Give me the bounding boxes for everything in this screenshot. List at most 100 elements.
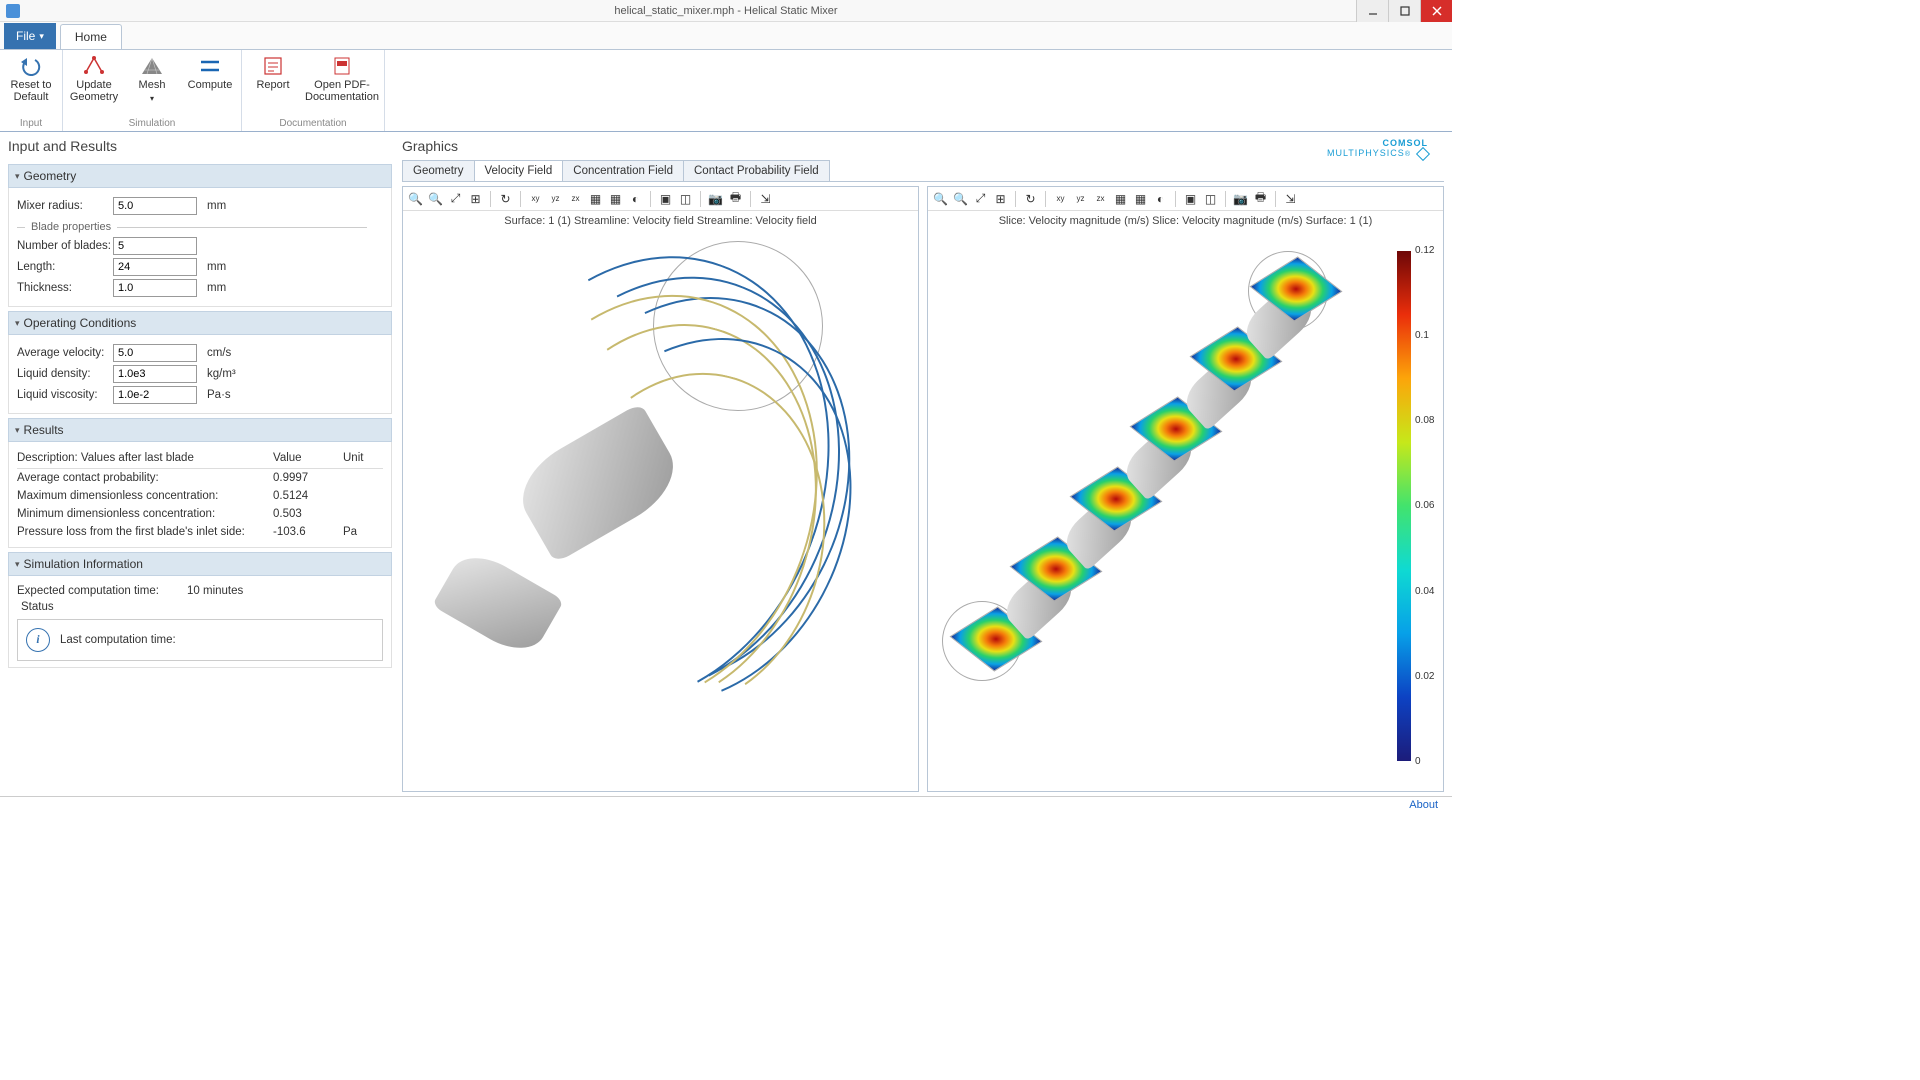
axes-icon[interactable]: ▦ bbox=[607, 190, 624, 207]
zoom-box-icon[interactable]: ⊞ bbox=[467, 190, 484, 207]
zoom-in-icon[interactable]: 🔍 bbox=[932, 190, 949, 207]
reset-label: Reset to Default bbox=[11, 79, 52, 103]
r3-val: 0.503 bbox=[273, 508, 343, 520]
file-menu[interactable]: File bbox=[4, 23, 56, 49]
r1-label: Average contact probability: bbox=[17, 472, 273, 484]
yz-view-icon[interactable]: yz bbox=[1072, 190, 1089, 207]
length-input[interactable] bbox=[113, 258, 197, 276]
xy-view-icon[interactable]: xy bbox=[527, 190, 544, 207]
zoom-extents-icon[interactable]: ⤢ bbox=[972, 190, 989, 207]
ctick: 0.12 bbox=[1415, 245, 1443, 256]
length-unit: mm bbox=[207, 261, 226, 273]
blade-properties-sub: Blade properties bbox=[17, 221, 383, 233]
zx-view-icon[interactable]: zx bbox=[1092, 190, 1109, 207]
group-input-label: Input bbox=[4, 118, 58, 131]
section-results-head[interactable]: Results bbox=[8, 418, 392, 442]
gtab-geometry[interactable]: Geometry bbox=[402, 160, 475, 181]
status-box: i Last computation time: bbox=[17, 619, 383, 661]
nblades-input[interactable] bbox=[113, 237, 197, 255]
xy-view-icon[interactable]: xy bbox=[1052, 190, 1069, 207]
menubar: File Home bbox=[0, 22, 1452, 50]
results-unit-col: Unit bbox=[343, 452, 383, 464]
gtab-geom-label: Geometry bbox=[413, 165, 464, 177]
mesh-button[interactable]: Mesh ▾ bbox=[125, 53, 179, 118]
axes-icon[interactable]: ▦ bbox=[1132, 190, 1149, 207]
ctick: 0.06 bbox=[1415, 500, 1443, 511]
snapshot-icon[interactable]: 📷 bbox=[1232, 190, 1249, 207]
zoom-out-icon[interactable]: 🔍 bbox=[427, 190, 444, 207]
mesh-label: Mesh bbox=[139, 79, 166, 91]
gtab-prob-label: Contact Probability Field bbox=[694, 165, 819, 177]
graphics-canvas-2[interactable]: 0.12 0.1 0.08 0.06 0.04 0.02 0 bbox=[928, 231, 1443, 791]
graphics-pane-1[interactable]: 🔍 🔍 ⤢ ⊞ ↻ xy yz zx ▦ ▦ ◐ ▣ ◫ bbox=[402, 186, 919, 792]
r4-unit: Pa bbox=[343, 526, 383, 538]
info-icon: i bbox=[26, 628, 50, 652]
print-icon[interactable]: 🖶 bbox=[1252, 190, 1269, 207]
mixer-radius-input[interactable] bbox=[113, 197, 197, 215]
compute-icon bbox=[197, 55, 223, 77]
zoom-box-icon[interactable]: ⊞ bbox=[992, 190, 1009, 207]
rotate-icon[interactable]: ↻ bbox=[1022, 190, 1039, 207]
yz-view-icon[interactable]: yz bbox=[547, 190, 564, 207]
gtab-velocity[interactable]: Velocity Field bbox=[474, 160, 564, 181]
maximize-button[interactable] bbox=[1388, 0, 1420, 22]
avel-unit: cm/s bbox=[207, 347, 231, 359]
update-label: Update Geometry bbox=[70, 79, 118, 103]
r2-val: 0.5124 bbox=[273, 490, 343, 502]
section-siminfo-head[interactable]: Simulation Information bbox=[8, 552, 392, 576]
graphics-label-2: Slice: Velocity magnitude (m/s) Slice: V… bbox=[928, 211, 1443, 231]
clip-icon[interactable]: ◫ bbox=[1202, 190, 1219, 207]
density-unit: kg/m³ bbox=[207, 368, 236, 380]
gtoolbar-2: 🔍 🔍 ⤢ ⊞ ↻ xy yz zx ▦ ▦ ◐ ▣ ◫ bbox=[928, 187, 1443, 211]
viscosity-unit: Pa·s bbox=[207, 389, 231, 401]
scene-light-icon[interactable]: ◐ bbox=[1152, 190, 1169, 207]
r4-label: Pressure loss from the first blade's inl… bbox=[17, 526, 273, 538]
r4-val: -103.6 bbox=[273, 526, 343, 538]
graphics-canvas-1[interactable] bbox=[403, 231, 918, 791]
report-label: Report bbox=[256, 79, 289, 91]
gtab-probability[interactable]: Contact Probability Field bbox=[683, 160, 830, 181]
reset-icon bbox=[18, 55, 44, 77]
about-link[interactable]: About bbox=[1409, 799, 1438, 814]
select-icon[interactable]: ▣ bbox=[1182, 190, 1199, 207]
section-opcond-head[interactable]: Operating Conditions bbox=[8, 311, 392, 335]
zoom-out-icon[interactable]: 🔍 bbox=[952, 190, 969, 207]
reset-button[interactable]: Reset to Default bbox=[4, 53, 58, 118]
thickness-label: Thickness: bbox=[17, 282, 113, 294]
select-icon[interactable]: ▣ bbox=[657, 190, 674, 207]
ctick: 0.04 bbox=[1415, 586, 1443, 597]
zx-view-icon[interactable]: zx bbox=[567, 190, 584, 207]
density-input[interactable] bbox=[113, 365, 197, 383]
viscosity-input[interactable] bbox=[113, 386, 197, 404]
zoom-extents-icon[interactable]: ⤢ bbox=[447, 190, 464, 207]
minimize-button[interactable] bbox=[1356, 0, 1388, 22]
length-label: Length: bbox=[17, 261, 113, 273]
grid-icon[interactable]: ▦ bbox=[587, 190, 604, 207]
section-geometry-head[interactable]: Geometry bbox=[8, 164, 392, 188]
snapshot-icon[interactable]: 📷 bbox=[707, 190, 724, 207]
tab-home[interactable]: Home bbox=[60, 24, 122, 49]
open-pdf-button[interactable]: Open PDF- Documentation bbox=[304, 53, 380, 118]
graphics-pane-2[interactable]: 🔍 🔍 ⤢ ⊞ ↻ xy yz zx ▦ ▦ ◐ ▣ ◫ bbox=[927, 186, 1444, 792]
avel-input[interactable] bbox=[113, 344, 197, 362]
grid-icon[interactable]: ▦ bbox=[1112, 190, 1129, 207]
scene-light-icon[interactable]: ◐ bbox=[627, 190, 644, 207]
logo-line2: MULTIPHYSICS bbox=[1327, 148, 1405, 158]
compute-button[interactable]: Compute bbox=[183, 53, 237, 118]
colorbar-ticks: 0.12 0.1 0.08 0.06 0.04 0.02 0 bbox=[1415, 245, 1443, 767]
rotate-icon[interactable]: ↻ bbox=[497, 190, 514, 207]
graphics-panel: COMSOL MULTIPHYSICS® Graphics Geometry V… bbox=[402, 138, 1444, 796]
left-panel: Input and Results Geometry Mixer radius:… bbox=[8, 138, 392, 796]
lock-view-icon[interactable]: ⇲ bbox=[757, 190, 774, 207]
clip-icon[interactable]: ◫ bbox=[677, 190, 694, 207]
geometry-head-label: Geometry bbox=[24, 169, 77, 183]
print-icon[interactable]: 🖶 bbox=[727, 190, 744, 207]
comsol-logo: COMSOL MULTIPHYSICS® bbox=[1327, 138, 1428, 160]
report-button[interactable]: Report bbox=[246, 53, 300, 118]
gtab-concentration[interactable]: Concentration Field bbox=[562, 160, 684, 181]
close-button[interactable] bbox=[1420, 0, 1452, 22]
lock-view-icon[interactable]: ⇲ bbox=[1282, 190, 1299, 207]
zoom-in-icon[interactable]: 🔍 bbox=[407, 190, 424, 207]
update-geometry-button[interactable]: Update Geometry bbox=[67, 53, 121, 118]
thickness-input[interactable] bbox=[113, 279, 197, 297]
